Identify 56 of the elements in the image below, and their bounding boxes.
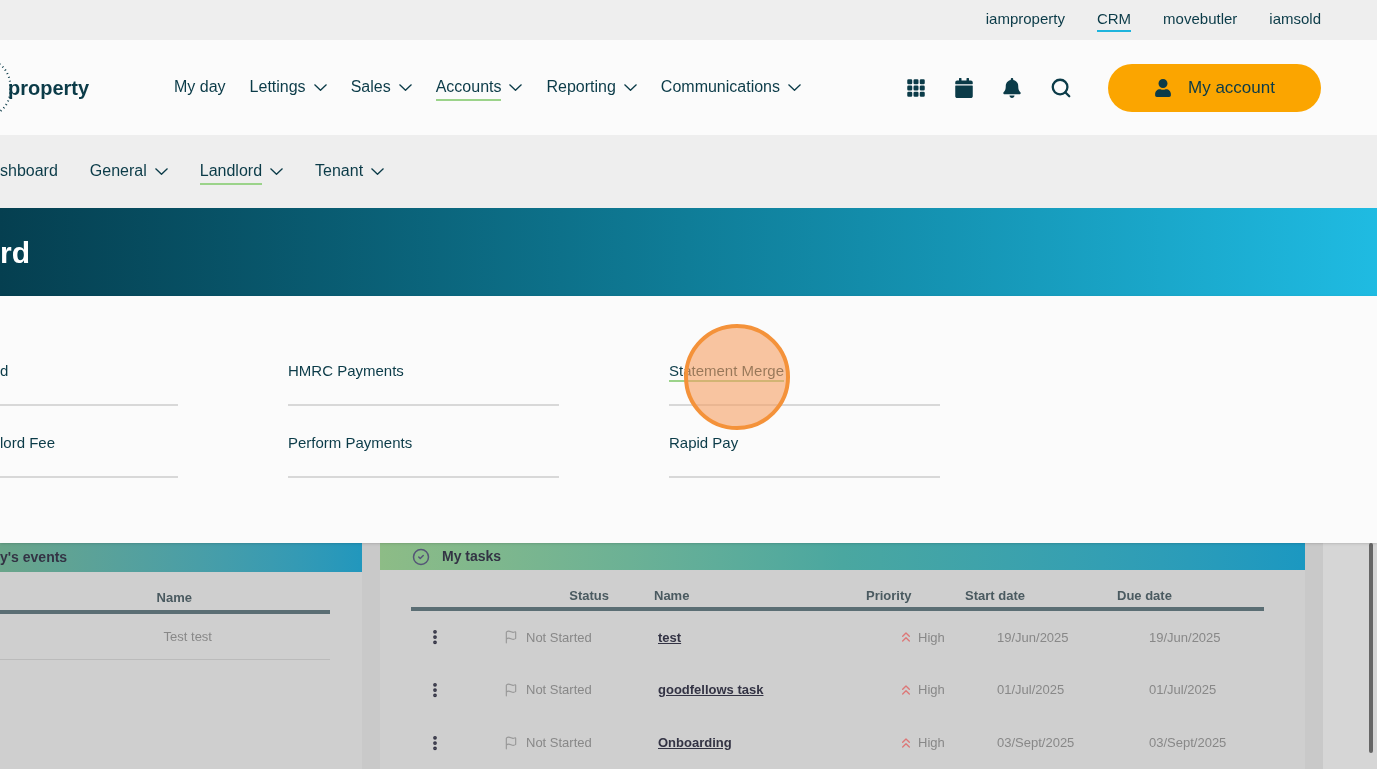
notifications-icon[interactable] [1002,77,1022,98]
panel-title: My tasks [442,547,502,567]
table-cell-text: 19/Jun/2025 [997,628,1070,647]
nav-item[interactable]: General [89,155,168,188]
table-cell-text: High [918,681,946,700]
column-header: Name [653,587,691,606]
menu-item[interactable]: Rapid Pay [669,434,940,478]
nav-item[interactable]: Tenant [315,155,385,188]
table-cell-text: 01/Jul/2025 [997,681,1066,700]
site-link[interactable]: movebutler [1163,7,1238,33]
table-cell-text: 03/Sept/2025 [1149,733,1227,752]
page-title: rd [0,234,30,271]
table-cell-text: Not Started [526,681,593,700]
flag-icon [504,630,518,645]
flag-icon [504,682,518,697]
menu-item[interactable]: Perform Payments [288,434,559,478]
column-header: Priority [866,587,913,606]
user-icon [1154,78,1173,97]
table-cell-text: Not Started [526,628,593,647]
table-cell-text: 01/Jul/2025 [1149,681,1217,700]
check-circle-icon [412,547,430,566]
nav-item[interactable]: Communications [660,71,801,104]
apps-grid-icon[interactable] [906,77,926,98]
nav-item[interactable]: My day [174,71,226,104]
column-header: Due date [1117,587,1172,606]
table-cell-text: 19/Jun/2025 [1149,628,1221,647]
site-link[interactable]: iamproperty [985,7,1065,33]
column-header: Name [156,589,192,607]
nav-item[interactable]: Reporting [546,71,637,104]
nav-item[interactable]: shboard [0,155,58,188]
task-link[interactable]: goodfellows task [658,680,898,700]
task-link[interactable]: Onboarding [658,732,898,753]
column-header: Start date [965,587,1026,606]
menu-item[interactable]: HMRC Payments [288,362,559,406]
nav-item[interactable]: Lettings [249,71,327,104]
menu-item[interactable]: lord Fee [0,434,178,478]
panel-title: y's events [0,548,68,567]
scrollbar[interactable] [1369,543,1373,753]
table-cell-text: Not Started [526,733,593,752]
menu-item[interactable]: d [0,362,178,406]
table-cell-text: High [918,628,946,647]
nav-item[interactable]: Accounts [435,71,523,104]
calendar-icon[interactable] [954,77,974,98]
site-link[interactable]: CRM [1096,7,1132,33]
search-icon[interactable] [1050,76,1072,99]
task-link[interactable]: test [658,627,898,648]
nav-item[interactable]: Landlord [199,155,284,188]
table-cell-text: 03/Sept/2025 [997,733,1076,752]
logo-text: property [8,75,90,101]
account-button[interactable]: My account [1108,63,1321,112]
column-header: Status [568,587,610,606]
nav-item[interactable]: Sales [350,71,412,104]
site-link[interactable]: iamsold [1269,7,1321,33]
flag-icon [504,735,518,750]
table-cell-text: Test test [163,627,212,646]
table-cell-text: High [918,733,946,752]
